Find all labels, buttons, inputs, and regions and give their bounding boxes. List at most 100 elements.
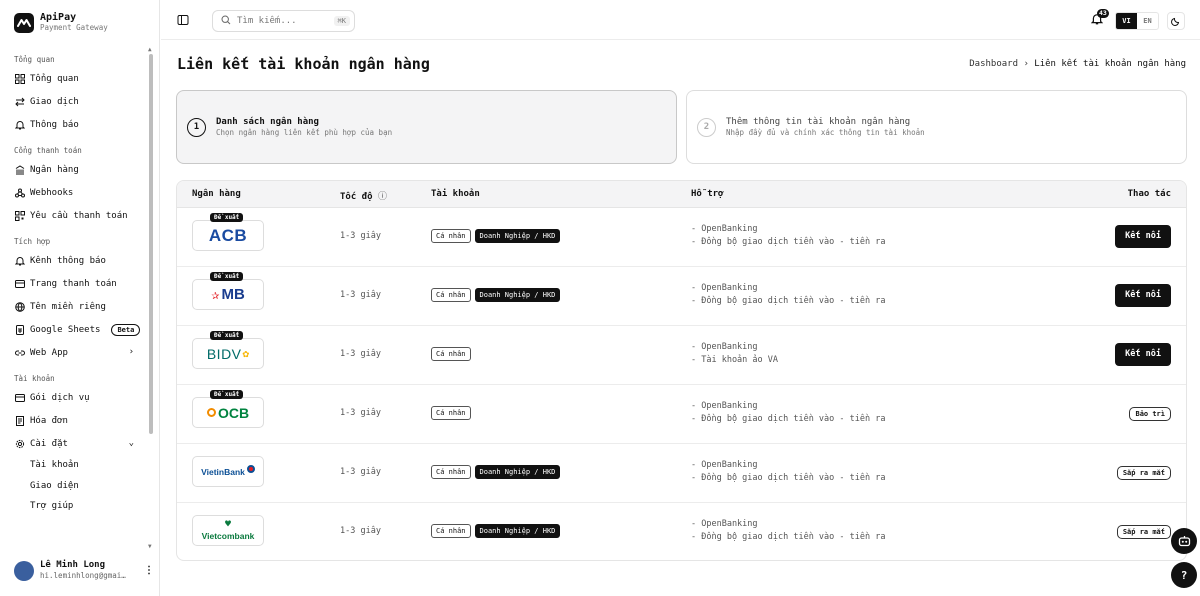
chatbot-button[interactable] bbox=[1171, 528, 1197, 554]
step-title: Thêm thông tin tài khoản ngân hàng bbox=[726, 117, 911, 127]
account-tags: Cá nhân Doanh Nghiệp / HKD bbox=[431, 465, 561, 479]
user-profile[interactable]: Lê Minh Long hi.leminhlong@gmai… ⋮ bbox=[14, 560, 154, 581]
sidebar: ApiPay Payment Gateway Tổng quan Tổng qu… bbox=[0, 0, 160, 596]
ocb-circle-icon bbox=[206, 408, 216, 417]
step-2[interactable]: 2 Thêm thông tin tài khoản ngân hàng Nhậ… bbox=[686, 90, 1187, 164]
tag-personal: Cá nhân bbox=[431, 288, 471, 302]
sidebar-item-payment-page[interactable]: Trang thanh toán bbox=[0, 272, 150, 295]
lang-vi[interactable]: VI bbox=[1116, 13, 1137, 29]
coming-soon-badge: Sắp ra mắt bbox=[1116, 466, 1171, 480]
support-item: - Đồng bộ giao dịch tiền vào - tiền ra bbox=[691, 296, 886, 306]
sidebar-item-google-sheets[interactable]: Google Sheets Beta bbox=[0, 318, 150, 341]
ocb-logo-text: OCB bbox=[217, 404, 250, 421]
breadcrumb: Dashboard › Liên kết tài khoản ngân hàng bbox=[969, 59, 1186, 69]
step-number: 2 bbox=[697, 117, 716, 137]
bidv-logo-text: BIDV bbox=[206, 345, 242, 362]
table-row: Đề xuất OCB 1-3 giây Cá nhân - OpenBanki… bbox=[177, 385, 1186, 444]
coming-soon-badge: Sắp ra mắt bbox=[1116, 525, 1171, 539]
connect-button[interactable]: Kết nối bbox=[1115, 284, 1171, 307]
settings-sub-appearance[interactable]: Giao diện bbox=[0, 476, 150, 497]
sidebar-item-payment-requests[interactable]: Yêu cầu thanh toán bbox=[0, 204, 150, 227]
sidebar-item-label: Tên miền riêng bbox=[30, 301, 106, 312]
sidebar-item-overview[interactable]: Tổng quan bbox=[0, 67, 150, 90]
bidv-flower-icon: ✿ bbox=[242, 347, 250, 360]
col-support: Hỗ trợ bbox=[691, 189, 724, 199]
sidebar-item-invoices[interactable]: Hóa đơn bbox=[0, 409, 150, 432]
connect-button[interactable]: Kết nối bbox=[1115, 343, 1171, 366]
lang-en[interactable]: EN bbox=[1137, 13, 1158, 29]
sidebar-toggle-icon[interactable] bbox=[177, 14, 189, 26]
theme-toggle[interactable] bbox=[1167, 12, 1185, 30]
col-action: Thao tác bbox=[1127, 189, 1171, 199]
step-number: 1 bbox=[187, 117, 206, 137]
table-row: VietinBank 1-3 giây Cá nhân Doanh Nghiệp… bbox=[177, 444, 1186, 503]
card-icon bbox=[14, 392, 25, 403]
settings-sub-help[interactable]: Trợ giúp bbox=[0, 496, 150, 517]
sidebar-item-label: Gói dịch vụ bbox=[30, 392, 90, 403]
tag-personal: Cá nhân bbox=[431, 524, 471, 538]
more-vertical-icon[interactable]: ⋮ bbox=[144, 565, 154, 576]
support-item: - OpenBanking bbox=[691, 342, 758, 352]
support-item: - OpenBanking bbox=[691, 519, 758, 529]
search-input[interactable]: Tìm kiếm... ⌘K bbox=[212, 10, 355, 32]
sidebar-item-plans[interactable]: Gói dịch vụ bbox=[0, 386, 150, 409]
speed-value: 1-3 giây bbox=[340, 349, 381, 359]
bank-icon bbox=[14, 164, 25, 175]
scrollbar-thumb[interactable] bbox=[149, 54, 153, 434]
sidebar-item-banks[interactable]: Ngân hàng bbox=[0, 158, 150, 181]
vietcombank-logo-text: Vietcombank bbox=[201, 531, 255, 541]
breadcrumb-root[interactable]: Dashboard bbox=[969, 59, 1018, 69]
col-bank: Ngân hàng bbox=[192, 189, 241, 199]
sidebar-scrollbar[interactable]: ▲ ▼ bbox=[148, 46, 154, 551]
section-title-overview: Tổng quan bbox=[14, 55, 55, 64]
bank-logo-acb: ACB bbox=[192, 220, 264, 251]
receipt-icon bbox=[14, 415, 25, 426]
search-icon bbox=[221, 14, 231, 28]
col-speed: Tốc độ ⓘ bbox=[340, 189, 387, 202]
scroll-down-icon[interactable]: ▼ bbox=[148, 543, 152, 550]
help-button[interactable]: ? bbox=[1171, 562, 1197, 588]
user-email: hi.leminhlong@gmai… bbox=[40, 571, 126, 580]
sidebar-item-web-app[interactable]: Web App › bbox=[0, 341, 150, 364]
avatar bbox=[14, 560, 34, 581]
sidebar-item-settings[interactable]: Cài đặt ⌄ bbox=[0, 432, 150, 455]
sidebar-item-custom-domain[interactable]: Tên miền riêng bbox=[0, 295, 150, 318]
account-tags: Cá nhân bbox=[431, 347, 471, 361]
recommended-badge: Đề xuất bbox=[210, 390, 244, 399]
account-tags: Cá nhân Doanh Nghiệp / HKD bbox=[431, 229, 561, 243]
tag-personal: Cá nhân bbox=[431, 347, 471, 361]
sidebar-item-webhooks[interactable]: Webhooks bbox=[0, 181, 150, 204]
table-row: ♥ Vietcombank 1-3 giây Cá nhân Doanh Ngh… bbox=[177, 503, 1186, 560]
mb-logo-text: MB bbox=[221, 286, 245, 303]
robot-icon bbox=[1178, 536, 1190, 547]
grid-icon bbox=[14, 73, 25, 84]
chevron-down-icon: ⌄ bbox=[128, 438, 134, 448]
support-list: - OpenBanking - Đồng bộ giao dịch tiền v… bbox=[691, 223, 885, 249]
sidebar-item-transactions[interactable]: Giao dịch bbox=[0, 90, 150, 113]
sidebar-item-notification-channels[interactable]: Kênh thông báo bbox=[0, 249, 150, 272]
info-icon[interactable]: ⓘ bbox=[378, 192, 387, 202]
recommended-badge: Đề xuất bbox=[210, 331, 244, 340]
tag-business: Doanh Nghiệp / HKD bbox=[474, 524, 561, 538]
settings-sub-account[interactable]: Tài khoản bbox=[0, 455, 150, 476]
step-1[interactable]: 1 Danh sách ngân hàng Chọn ngân hàng liê… bbox=[176, 90, 677, 164]
topbar: Tìm kiếm... ⌘K 43 VI EN bbox=[161, 0, 1200, 40]
notification-count-badge: 43 bbox=[1097, 9, 1109, 18]
support-item: - OpenBanking bbox=[691, 460, 758, 470]
table-header: Ngân hàng Tốc độ ⓘ Tài khoản Hỗ trợ Thao… bbox=[177, 181, 1186, 208]
sidebar-item-notifications[interactable]: Thông báo bbox=[0, 113, 150, 136]
tag-business: Doanh Nghiệp / HKD bbox=[474, 288, 561, 302]
brand[interactable]: ApiPay Payment Gateway bbox=[14, 12, 108, 33]
support-item: - Đồng bộ giao dịch tiền vào - tiền ra bbox=[691, 473, 886, 483]
support-list: - OpenBanking - Đồng bộ giao dịch tiền v… bbox=[691, 518, 885, 544]
sheet-icon bbox=[14, 324, 25, 335]
speed-value: 1-3 giây bbox=[340, 290, 381, 300]
scroll-up-icon[interactable]: ▲ bbox=[148, 46, 152, 53]
maintenance-badge: Bảo trì bbox=[1129, 407, 1171, 421]
support-item: - Đồng bộ giao dịch tiền vào - tiền ra bbox=[691, 237, 886, 247]
language-switcher[interactable]: VI EN bbox=[1115, 12, 1159, 30]
vietinbank-mark-icon bbox=[246, 464, 255, 473]
support-list: - OpenBanking - Đồng bộ giao dịch tiền v… bbox=[691, 459, 885, 485]
sidebar-nav: Tổng quan Tổng quan Giao dịch Thông báo … bbox=[0, 50, 150, 550]
connect-button[interactable]: Kết nối bbox=[1115, 225, 1171, 248]
